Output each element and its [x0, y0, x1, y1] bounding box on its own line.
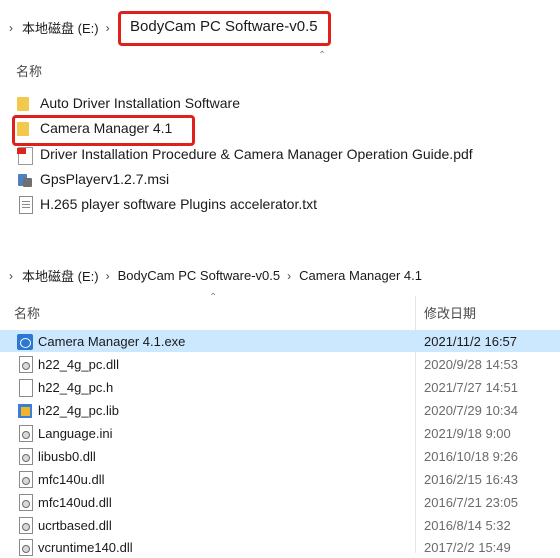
chevron-right-icon[interactable]: ›: [9, 21, 13, 35]
table-row[interactable]: libusb0.dll 2016/10/18 9:26: [0, 445, 560, 467]
sort-chevron-up-icon: ⌃: [318, 50, 327, 61]
file-date: 2016/8/14 5:32: [424, 517, 511, 533]
table-row[interactable]: ucrtbased.dll 2016/8/14 5:32: [0, 514, 560, 536]
list-item[interactable]: H.265 player software Plugins accelerato…: [17, 195, 537, 215]
file-name: mfc140u.dll: [38, 471, 105, 487]
chevron-right-icon[interactable]: ›: [287, 269, 291, 283]
dll-file-icon: [19, 539, 33, 556]
file-name: ucrtbased.dll: [38, 517, 112, 533]
list-item[interactable]: Driver Installation Procedure & Camera M…: [17, 145, 557, 165]
file-name: Camera Manager 4.1.exe: [38, 333, 186, 349]
file-date: 2017/2/2 15:49: [424, 539, 511, 555]
file-name: h22_4g_pc.h: [38, 379, 114, 395]
exe-icon: [17, 334, 33, 350]
chevron-right-icon[interactable]: ›: [106, 21, 110, 35]
breadcrumb-item-drive[interactable]: 本地磁盘 (E:): [22, 18, 99, 37]
list-item[interactable]: Camera Manager 4.1: [17, 119, 537, 139]
pdf-icon: [17, 147, 33, 165]
breadcrumb-item-folder[interactable]: BodyCam PC Software-v0.5: [130, 18, 318, 35]
file-name: h22_4g_pc.lib: [38, 402, 119, 418]
item-label: Driver Installation Procedure & Camera M…: [40, 146, 473, 162]
column-header-name[interactable]: 名称: [14, 303, 40, 322]
lib-file-icon: [17, 403, 33, 419]
file-date: 2021/11/2 16:57: [424, 333, 518, 349]
column-header-date[interactable]: 修改日期: [424, 303, 476, 322]
dll-file-icon: [19, 517, 33, 534]
table-row[interactable]: Language.ini 2021/9/18 9:00: [0, 422, 560, 444]
table-row[interactable]: vcruntime140.dll 2017/2/2 15:49: [0, 536, 560, 558]
sort-chevron-up-icon: ⌃: [209, 292, 218, 303]
msi-icon: [17, 172, 33, 188]
table-row[interactable]: h22_4g_pc.lib 2020/7/29 10:34: [0, 399, 560, 421]
file-date: 2016/10/18 9:26: [424, 448, 518, 464]
table-row[interactable]: mfc140ud.dll 2016/7/21 23:05: [0, 491, 560, 513]
chevron-right-icon[interactable]: ›: [9, 269, 13, 283]
file-date: 2021/7/27 14:51: [424, 379, 518, 395]
file-name: mfc140ud.dll: [38, 494, 112, 510]
table-row[interactable]: h22_4g_pc.h 2021/7/27 14:51: [0, 376, 560, 398]
dll-file-icon: [19, 471, 33, 488]
breadcrumb-item-folder[interactable]: BodyCam PC Software-v0.5: [118, 268, 281, 283]
column-header-name[interactable]: 名称: [16, 61, 42, 80]
table-row[interactable]: Camera Manager 4.1.exe 2021/11/2 16:57: [0, 330, 560, 352]
file-date: 2020/9/28 14:53: [424, 356, 518, 372]
item-label: Auto Driver Installation Software: [40, 95, 240, 111]
table-row[interactable]: h22_4g_pc.dll 2020/9/28 14:53: [0, 353, 560, 375]
file-date: 2016/2/15 16:43: [424, 471, 518, 487]
item-label: H.265 player software Plugins accelerato…: [40, 196, 318, 212]
top-breadcrumb: › 本地磁盘 (E:) ›: [9, 18, 110, 37]
table-row[interactable]: mfc140u.dll 2016/2/15 16:43: [0, 468, 560, 490]
file-date: 2016/7/21 23:05: [424, 494, 518, 510]
dll-file-icon: [19, 494, 33, 511]
file-name: Language.ini: [38, 425, 113, 441]
blank-file-icon: [19, 379, 33, 397]
list-item[interactable]: Auto Driver Installation Software: [17, 94, 537, 114]
settings-file-icon: [19, 425, 33, 442]
file-name: h22_4g_pc.dll: [38, 356, 119, 372]
folder-icon: [17, 122, 29, 136]
file-date: 2021/9/18 9:00: [424, 425, 511, 441]
file-date: 2020/7/29 10:34: [424, 402, 518, 418]
list-item[interactable]: GpsPlayerv1.2.7.msi: [17, 170, 537, 190]
file-name: vcruntime140.dll: [38, 539, 133, 555]
chevron-right-icon[interactable]: ›: [106, 269, 110, 283]
item-label: GpsPlayerv1.2.7.msi: [40, 171, 170, 187]
dll-file-icon: [19, 356, 33, 373]
file-name: libusb0.dll: [38, 448, 96, 464]
item-label: Camera Manager 4.1: [40, 120, 173, 136]
folder-icon: [17, 97, 29, 111]
dll-file-icon: [19, 448, 33, 465]
breadcrumb-item-subfolder[interactable]: Camera Manager 4.1: [299, 268, 422, 283]
bottom-breadcrumb: › 本地磁盘 (E:) › BodyCam PC Software-v0.5 ›…: [9, 266, 422, 285]
text-file-icon: [19, 196, 33, 214]
breadcrumb-item-drive[interactable]: 本地磁盘 (E:): [22, 266, 99, 285]
